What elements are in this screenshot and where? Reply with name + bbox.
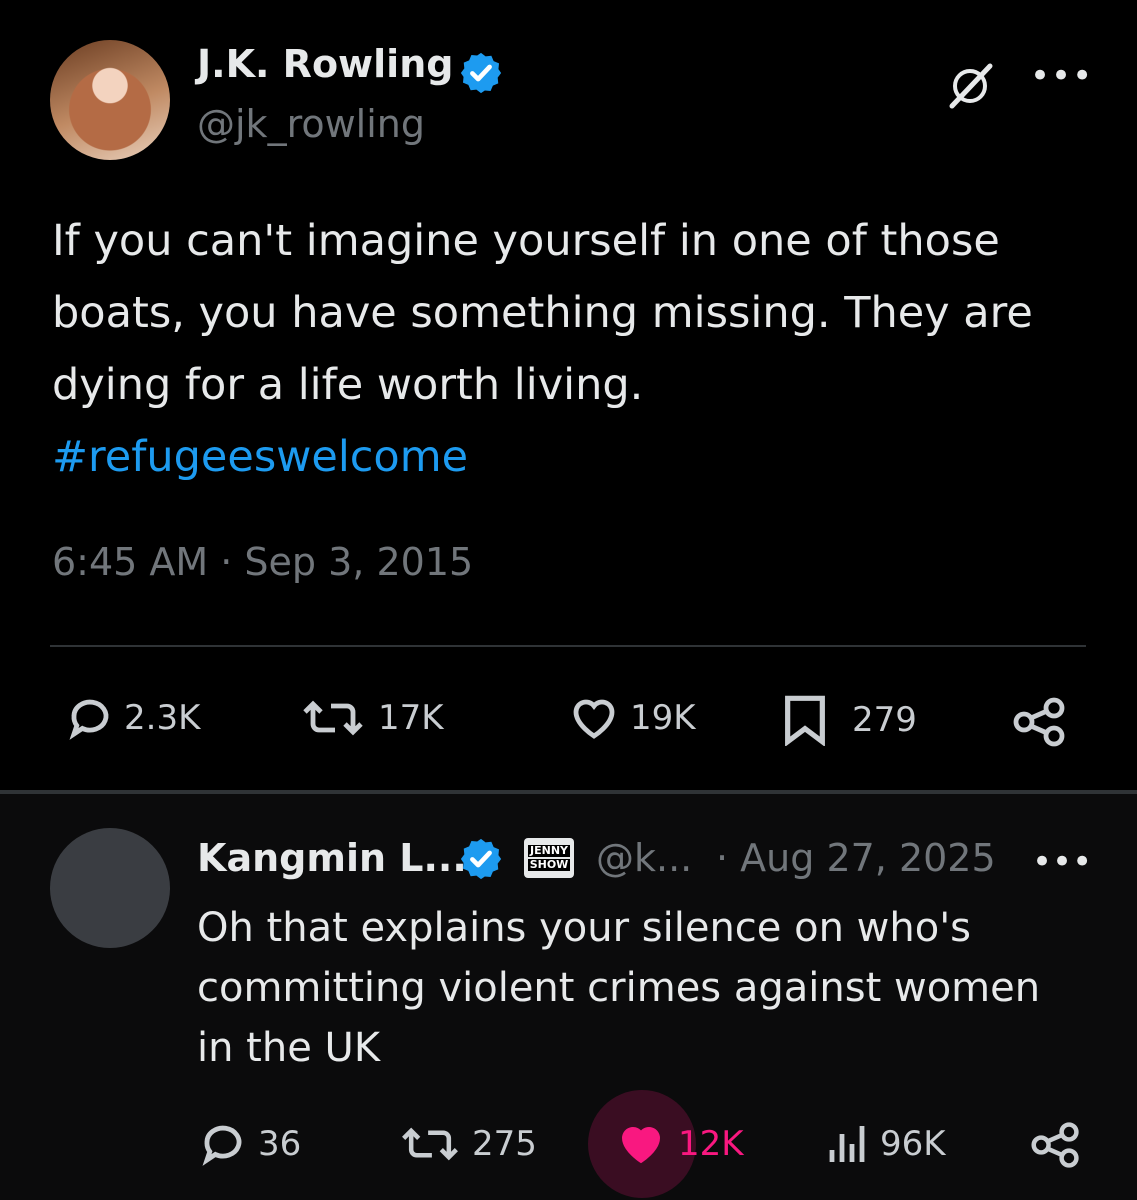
share-icon[interactable] <box>1030 1120 1082 1170</box>
reply-icon <box>69 699 109 740</box>
more-icon[interactable]: ••• <box>1030 56 1093 96</box>
repost-icon <box>402 1127 458 1161</box>
reply-count: 2.3K <box>124 698 201 738</box>
reply-repost-button[interactable]: 275 <box>398 1120 537 1168</box>
reply-reply-count: 36 <box>258 1124 302 1164</box>
repost-icon <box>303 700 363 736</box>
reply-date[interactable]: · Aug 27, 2025 <box>716 836 996 880</box>
tweet-timestamp[interactable]: 6:45 AM · Sep 3, 2015 <box>52 540 473 584</box>
reply-button[interactable]: 2.3K <box>66 694 200 742</box>
more-icon[interactable]: ••• <box>1032 842 1092 882</box>
tweet-text: If you can't imagine yourself in one of … <box>52 205 1122 493</box>
views-button[interactable]: 96K <box>826 1120 946 1168</box>
author-name[interactable]: J.K. Rowling <box>197 42 453 86</box>
reply-text: Oh that explains your silence on who's c… <box>197 898 1097 1078</box>
bookmark-count: 279 <box>852 700 917 740</box>
reply-text-line: Oh that explains your silence on who's <box>197 905 972 951</box>
bookmark-button[interactable]: 279 <box>780 694 917 746</box>
reply-author-name[interactable]: Kangmin L... <box>197 836 467 880</box>
reply-repost-count: 275 <box>472 1124 537 1164</box>
reply-text-line: in the UK <box>197 1025 381 1071</box>
reply-reply-button[interactable]: 36 <box>198 1120 301 1168</box>
verified-badge-icon[interactable] <box>458 836 504 882</box>
like-button[interactable]: 19K <box>568 694 696 742</box>
tweet-text-line: boats, you have something missing. They … <box>52 288 1033 338</box>
grok-icon[interactable] <box>946 60 996 110</box>
reply-avatar[interactable] <box>50 828 170 948</box>
bookmark-icon <box>785 695 825 746</box>
affiliate-badge-text: JENNY <box>528 844 570 857</box>
like-count: 19K <box>630 698 696 738</box>
like-icon <box>573 699 615 739</box>
reply-text-line: committing violent crimes against women <box>197 965 1041 1011</box>
verified-badge-icon[interactable] <box>458 50 504 96</box>
reply-like-count: 12K <box>678 1124 744 1164</box>
reply-icon <box>202 1125 242 1166</box>
views-icon <box>829 1126 865 1162</box>
repost-button[interactable]: 17K <box>298 694 444 742</box>
author-avatar[interactable] <box>50 40 170 160</box>
tweet-text-line: dying for a life worth living. <box>52 360 644 410</box>
author-handle[interactable]: @jk_rowling <box>197 102 425 146</box>
reply-handle[interactable]: @k... <box>596 836 692 880</box>
repost-count: 17K <box>378 698 444 738</box>
divider <box>50 645 1086 647</box>
views-count: 96K <box>880 1124 946 1164</box>
affiliate-badge[interactable]: JENNY SHOW <box>524 838 574 878</box>
tweet-text-line: If you can't imagine yourself in one of … <box>52 216 1000 266</box>
reply-like-button[interactable]: 12K <box>614 1120 744 1168</box>
like-filled-icon <box>621 1127 661 1164</box>
affiliate-badge-text: SHOW <box>527 858 571 871</box>
hashtag-link[interactable]: #refugeeswelcome <box>52 421 1122 493</box>
share-icon[interactable] <box>1012 696 1068 748</box>
